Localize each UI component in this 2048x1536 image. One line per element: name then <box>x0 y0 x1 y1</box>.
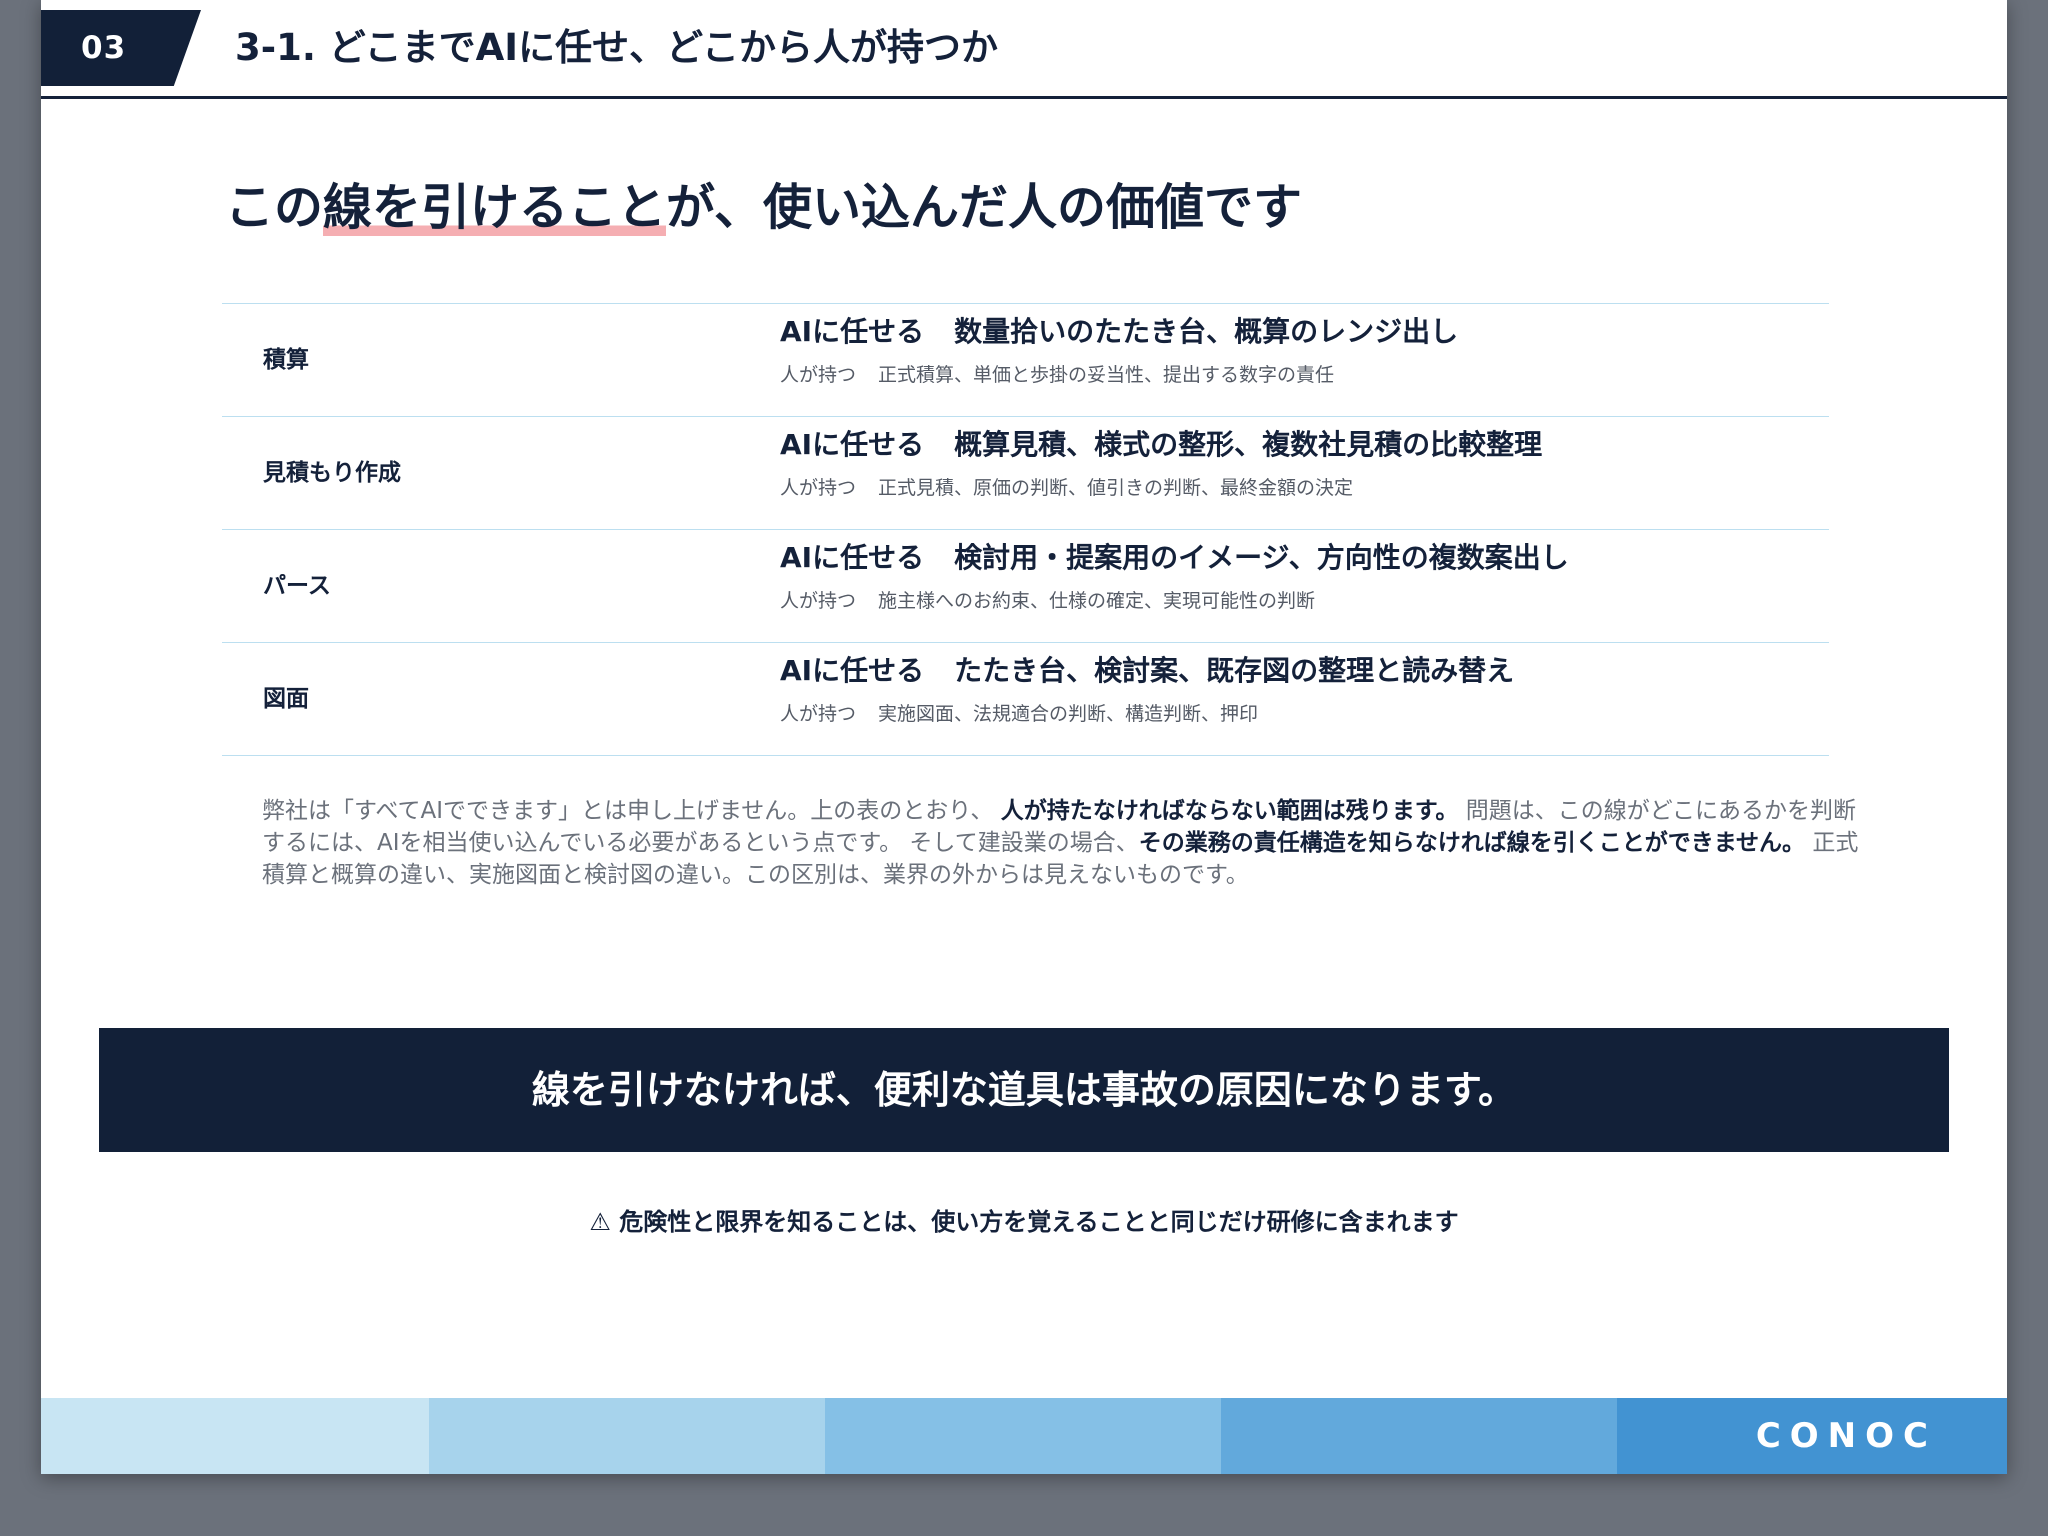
footer-band <box>429 1398 825 1474</box>
ai-scope: AIに任せる 数量拾いのたたき台、概算のレンジ出し <box>780 310 1458 350</box>
human-tag: 人が持つ <box>780 477 857 499</box>
headline-tail: が、使い込んだ人の価値です <box>666 179 1303 236</box>
paragraph-text: 弊社は「すべてAIでできます」とは申し上げません。上の表のとおり、 <box>262 798 994 824</box>
table-row: 積算 AIに任せる 数量拾いのたたき台、概算のレンジ出し 人が持つ 正式積算、単価と… <box>222 304 1829 417</box>
human-scope-text: 正式積算、単価と歩掛の妥当性、提出する数字の責任 <box>878 364 1335 386</box>
chapter-number: 03 <box>81 30 127 66</box>
ai-scope-text: 数量拾いのたたき台、概算のレンジ出し <box>954 315 1459 348</box>
ai-tag: AIに任せる <box>780 654 925 687</box>
table-row: 図面 AIに任せる たたき台、検討案、既存図の整理と読み替え 人が持つ 実施図面、法… <box>222 643 1829 756</box>
human-scope: 人が持つ 正式見積、原価の判断、値引きの判断、最終金額の決定 <box>780 473 1353 500</box>
human-tag: 人が持つ <box>780 590 857 612</box>
ai-scope: AIに任せる たたき台、検討案、既存図の整理と読み替え <box>780 649 1514 689</box>
human-scope-text: 施主様へのお約束、仕様の確定、実現可能性の判断 <box>878 590 1316 612</box>
slide: 03 3-1. どこまでAIに任せ、どこから人が持つか この線を引けることが、使… <box>41 0 2007 1474</box>
human-scope-text: 正式見積、原価の判断、値引きの判断、最終金額の決定 <box>878 477 1354 499</box>
section-title: 3-1. どこまでAIに任せ、どこから人が持つか <box>235 26 998 69</box>
headline-lead: この <box>225 179 324 236</box>
footer-gradient-bar <box>41 1398 2007 1474</box>
ai-tag: AIに任せる <box>780 541 925 574</box>
human-scope: 人が持つ 施主様へのお約束、仕様の確定、実現可能性の判断 <box>780 586 1315 613</box>
human-scope: 人が持つ 実施図面、法規適合の判断、構造判断、押印 <box>780 699 1258 726</box>
row-label: 積算 <box>263 347 309 373</box>
conoc-logo: CONOC <box>1755 1416 1937 1456</box>
table-row: 見積もり作成 AIに任せる 概算見積、様式の整形、複数社見積の比較整理 人が持つ正… <box>222 417 1829 530</box>
header-divider <box>41 96 2007 99</box>
headline-highlight: 線を引けること <box>323 179 667 236</box>
ai-tag: AIに任せる <box>780 315 925 348</box>
footer-band <box>1221 1398 1617 1474</box>
key-message-banner: 線を引けなければ、便利な道具は事故の原因になります。 <box>99 1028 1949 1152</box>
human-scope-text: 実施図面、法規適合の判断、構造判断、押印 <box>878 703 1259 725</box>
row-label: 図面 <box>263 686 309 712</box>
explanation-paragraph: 弊社は「すべてAIでできます」とは申し上げません。上の表のとおり、 人が持たなけ… <box>262 795 1862 891</box>
row-label: 見積もり作成 <box>263 460 401 486</box>
human-tag: 人が持つ <box>780 364 857 386</box>
warning-note: ⚠ 危険性と限界を知ることは、使い方を覚えることと同じだけ研修に含まれます <box>589 1208 1459 1236</box>
ai-scope-text: 概算見積、様式の整形、複数社見積の比較整理 <box>954 428 1543 461</box>
paragraph-emphasis: 人が持たなければならない範囲は残ります。 <box>1000 798 1459 824</box>
ai-scope: AIに任せる 検討用・提案用のイメージ、方向性の複数案出し <box>780 536 1569 576</box>
ai-tag: AIに任せる <box>780 428 925 461</box>
table-row: パース AIに任せる 検討用・提案用のイメージ、方向性の複数案出し 人が持つ 施主様… <box>222 530 1829 643</box>
ai-scope-text: 検討用・提案用のイメージ、方向性の複数案出し <box>954 541 1569 574</box>
ai-scope: AIに任せる 概算見積、様式の整形、複数社見積の比較整理 <box>780 423 1542 463</box>
human-tag: 人が持つ <box>780 703 857 725</box>
footer-band <box>825 1398 1221 1474</box>
responsibility-table: 積算 AIに任せる 数量拾いのたたき台、概算のレンジ出し 人が持つ 正式積算、単価と… <box>222 303 1829 756</box>
ai-scope-text: たたき台、検討案、既存図の整理と読み替え <box>954 654 1515 687</box>
row-label: パース <box>263 573 331 599</box>
paragraph-emphasis: その業務の責任構造を知らなければ線を引くことができません。 <box>1138 830 1806 856</box>
human-scope: 人が持つ 正式積算、単価と歩掛の妥当性、提出する数字の責任 <box>780 360 1334 387</box>
slide-header: 03 3-1. どこまでAIに任せ、どこから人が持つか <box>41 0 2007 100</box>
footer-band <box>41 1398 429 1474</box>
headline: この線を引けることが、使い込んだ人の価値です <box>225 170 1302 246</box>
